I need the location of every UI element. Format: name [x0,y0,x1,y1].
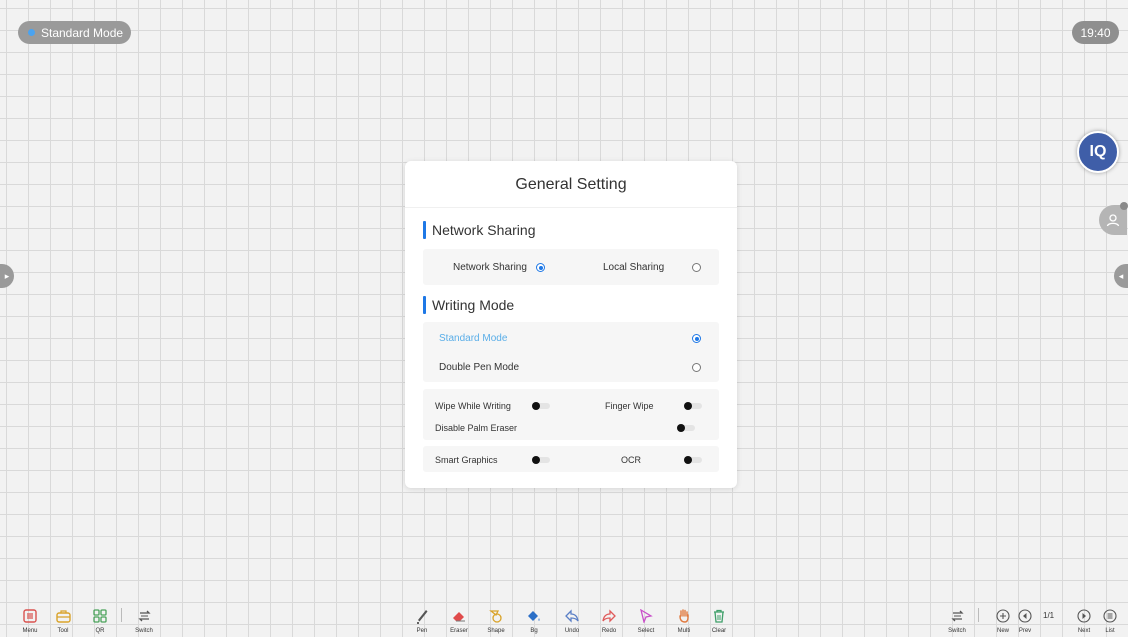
switch-icon [137,610,151,622]
section-title: Network Sharing [432,222,536,238]
chevron-right-circle-icon [1077,609,1091,623]
finger-wipe-label: Finger Wipe [605,401,654,411]
standard-mode-radio[interactable] [692,334,701,343]
background-label: Bg [530,628,538,634]
clear-label: Clear [711,628,727,634]
network-sharing-panel: Network Sharing Local Sharing [423,249,719,285]
wipe-while-writing-label: Wipe While Writing [435,401,511,411]
writing-mode-panel: Standard Mode Double Pen Mode [423,322,719,382]
mode-label: Standard Mode [41,25,124,40]
cursor-icon [640,609,653,623]
qr-icon [93,609,107,623]
trash-icon [714,609,724,623]
switch-icon [950,610,964,622]
prev-label: Prev [1018,628,1032,634]
next-label: Next [1077,628,1091,634]
pen-button[interactable]: Pen [404,607,440,637]
toolbox-icon [55,610,71,623]
qr-button[interactable]: QR [82,607,118,637]
qr-label: QR [95,628,105,634]
network-sharing-heading: Network Sharing [423,221,536,239]
shape-button[interactable]: Shape [478,607,514,637]
user-badge [1120,202,1128,210]
page-list-button[interactable]: List [1092,607,1128,637]
double-pen-mode-radio[interactable] [692,363,701,372]
iq-label: IQ [1089,143,1107,160]
tool-label: Tool [57,628,69,634]
pen-icon [417,610,428,624]
ocr-toggle[interactable] [684,456,702,464]
list-label: List [1105,628,1115,634]
background-button[interactable]: Bg [516,607,552,637]
shape-icon [489,610,502,623]
undo-button[interactable]: Undo [554,607,590,637]
hand-icon [679,609,689,623]
local-sharing-radio[interactable] [692,263,701,272]
title-divider [405,207,737,208]
iq-assistant-button[interactable]: IQ [1077,131,1119,173]
switch-label: Switch [135,628,153,634]
chevron-right-icon: ▸ [4,270,10,281]
page-indicator: 1/1 [1043,611,1055,620]
redo-icon [602,609,616,623]
switch-right-label: Switch [948,628,966,634]
paint-bucket-icon [528,611,540,621]
list-icon [1103,609,1117,623]
user-button[interactable] [1099,202,1128,235]
eraser-icon [453,612,465,622]
eraser-button[interactable]: Eraser [441,607,477,637]
switch-button-right[interactable]: Switch [939,607,975,637]
writing-mode-heading: Writing Mode [423,296,514,314]
section-title: Writing Mode [432,297,515,313]
wipe-while-writing-toggle[interactable] [532,402,550,410]
multi-label: Multi [677,628,691,634]
tool-button[interactable]: Tool [45,607,81,637]
undo-icon [565,609,579,623]
menu-icon [23,609,37,623]
general-setting-dialog: General Setting Network Sharing Network … [405,161,737,488]
network-sharing-radio[interactable] [536,263,545,272]
user-icon [1106,214,1120,227]
recognition-toggles-panel: Smart Graphics OCR [423,446,719,472]
menu-label: Menu [22,628,38,634]
disable-palm-eraser-toggle[interactable] [677,424,695,432]
writing-toggles-panel: Wipe While Writing Finger Wipe Disable P… [423,389,719,440]
finger-wipe-toggle[interactable] [684,402,702,410]
network-sharing-option-label: Network Sharing [453,262,527,273]
dialog-title: General Setting [515,176,627,193]
chevron-left-icon: ◂ [1118,270,1124,281]
eraser-label: Eraser [450,628,468,634]
menu-button[interactable]: Menu [12,607,48,637]
standard-mode-option-label[interactable]: Standard Mode [439,333,507,344]
double-pen-mode-option-label[interactable]: Double Pen Mode [439,362,519,373]
mode-dot-icon [28,29,35,36]
toolbar-divider [121,608,122,622]
smart-graphics-label: Smart Graphics [435,455,498,465]
redo-button[interactable]: Redo [591,607,627,637]
select-label: Select [637,628,655,634]
switch-button-left[interactable]: Switch [126,607,162,637]
section-marker [423,296,426,314]
pen-label: Pen [416,628,428,634]
ocr-label: OCR [621,455,641,465]
clear-button[interactable]: Clear [701,607,737,637]
chevron-left-circle-icon [1018,609,1032,623]
undo-label: Undo [564,628,580,634]
shape-label: Shape [487,628,505,634]
prev-page-button[interactable]: Prev [1007,607,1043,637]
mode-indicator[interactable]: Standard Mode [18,21,132,44]
clock: 19:40 [1072,21,1119,44]
section-marker [423,221,426,239]
toolbar-divider [978,608,979,622]
left-panel-handle[interactable]: ▸ [0,264,14,288]
select-button[interactable]: Select [628,607,664,637]
redo-label: Redo [601,628,617,634]
multi-button[interactable]: Multi [666,607,702,637]
smart-graphics-toggle[interactable] [532,456,550,464]
disable-palm-eraser-label: Disable Palm Eraser [435,423,518,433]
local-sharing-option-label: Local Sharing [603,262,665,273]
right-panel-handle[interactable]: ◂ [1114,264,1128,288]
